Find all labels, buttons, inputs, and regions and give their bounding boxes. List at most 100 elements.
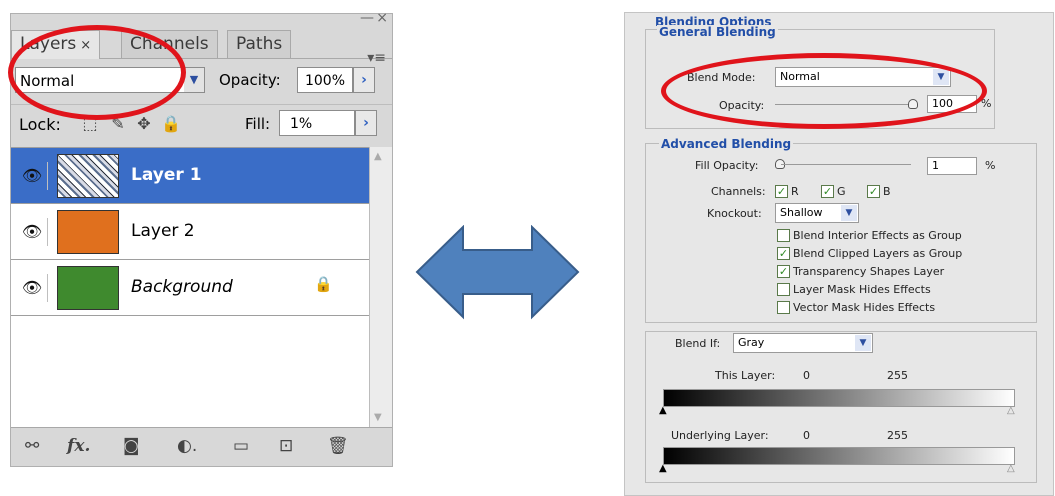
opacity-label: Opacity: xyxy=(219,71,281,89)
blend-clipped-layers-checkbox[interactable]: ✓ xyxy=(777,247,790,260)
tab-layers-label: Layers xyxy=(20,34,77,54)
blending-options-dialog: Blending Options General Blending Blend … xyxy=(624,12,1054,496)
eye-visibility-icon[interactable]: 👁 xyxy=(17,162,48,190)
lock-position-move-icon[interactable]: ✥ xyxy=(135,115,153,133)
double-arrow-icon xyxy=(415,225,580,320)
tab-channels-label: Channels xyxy=(130,34,209,54)
blend-opacity-row: Normal ▼ Opacity: 100% › xyxy=(11,62,392,98)
mask-icon[interactable]: ◙ xyxy=(123,436,140,456)
chevron-down-icon: ▼ xyxy=(855,335,871,351)
advanced-blending-title: Advanced Blending xyxy=(659,137,794,151)
vector-mask-hides-checkbox[interactable] xyxy=(777,301,790,314)
tab-close-icon[interactable]: × xyxy=(80,38,91,53)
blend-mode-select[interactable]: Normal ▼ xyxy=(15,67,205,93)
layer-mask-hides-checkbox[interactable] xyxy=(777,283,790,296)
channel-g-label: G xyxy=(837,185,846,198)
layers-scrollbar[interactable]: ▲ ▼ xyxy=(369,147,392,427)
channel-r-checkbox[interactable]: ✓ xyxy=(775,185,788,198)
tab-paths[interactable]: Paths xyxy=(227,30,292,58)
knockout-dropdown-value: Shallow xyxy=(780,206,823,219)
blend-if-label: Blend If: xyxy=(675,337,721,350)
blend-mode-dropdown[interactable]: Normal ▼ xyxy=(775,67,951,87)
general-opacity-input[interactable]: 100 xyxy=(927,95,977,113)
this-layer-gradient-slider[interactable] xyxy=(663,389,1015,407)
lock-all-icon[interactable]: 🔒 xyxy=(161,115,181,133)
blend-interior-effects-label: Blend Interior Effects as Group xyxy=(793,229,962,242)
layers-panel: — × Layers × Channels Paths ▾≡ Normal ▼ O… xyxy=(10,10,393,467)
layers-bottom-toolbar: ⚯ fx. ◙ ◐. ▭ ⊡ 🗑 xyxy=(11,427,392,466)
opacity-slider-track[interactable] xyxy=(775,104,915,105)
chevron-down-icon: ▼ xyxy=(184,68,204,92)
lock-icon: 🔒 xyxy=(314,275,333,293)
lock-transparency-icon[interactable]: ⬚ xyxy=(81,115,99,133)
blend-clipped-layers-label: Blend Clipped Layers as Group xyxy=(793,247,963,260)
channel-g-checkbox[interactable]: ✓ xyxy=(821,185,834,198)
this-layer-white-handle[interactable]: △ xyxy=(1007,405,1015,416)
fill-input[interactable]: 1% xyxy=(279,110,355,136)
layer-name: Layer 2 xyxy=(131,221,195,241)
tab-channels[interactable]: Channels xyxy=(121,30,218,58)
knockout-dropdown[interactable]: Shallow ▼ xyxy=(775,203,859,223)
new-layer-icon[interactable]: ⊡ xyxy=(279,436,293,456)
chevron-down-icon: ▼ xyxy=(841,205,857,221)
lock-label: Lock: xyxy=(19,115,61,134)
blend-interior-effects-checkbox[interactable] xyxy=(777,229,790,242)
transparency-shapes-label: Transparency Shapes Layer xyxy=(793,265,945,278)
fill-opacity-unit: % xyxy=(985,159,996,172)
transparency-shapes-checkbox[interactable]: ✓ xyxy=(777,265,790,278)
scroll-down-icon[interactable]: ▼ xyxy=(374,412,382,423)
channel-b-checkbox[interactable]: ✓ xyxy=(867,185,880,198)
layers-list: 👁 Layer 1 👁 Layer 2 👁 Background 🔒 xyxy=(11,147,369,428)
underlying-layer-label: Underlying Layer: xyxy=(671,429,769,442)
layer-thumbnail xyxy=(57,266,119,310)
vector-mask-hides-label: Vector Mask Hides Effects xyxy=(793,301,936,314)
channel-r-label: R xyxy=(791,185,799,198)
eye-visibility-icon[interactable]: 👁 xyxy=(17,218,48,246)
chevron-down-icon: ▼ xyxy=(933,69,949,85)
this-layer-black-handle[interactable]: ▲ xyxy=(659,405,667,416)
minimize-icon[interactable]: — xyxy=(360,10,374,26)
fill-label: Fill: xyxy=(245,115,271,133)
fill-opacity-slider-track[interactable] xyxy=(781,164,911,165)
tab-paths-label: Paths xyxy=(236,34,283,54)
layer-thumbnail xyxy=(57,210,119,254)
opacity-slider-knob[interactable] xyxy=(908,99,918,109)
fill-opacity-input[interactable]: 1 xyxy=(927,157,977,175)
underlying-white-handle[interactable]: △ xyxy=(1007,463,1015,474)
panel-tabs: Layers × Channels Paths ▾≡ xyxy=(11,30,392,66)
layer-name: Layer 1 xyxy=(131,165,202,185)
blend-mode-value: Normal xyxy=(20,72,75,90)
link-icon[interactable]: ⚯ xyxy=(25,436,39,456)
general-opacity-label: Opacity: xyxy=(719,99,765,112)
fx-icon[interactable]: fx. xyxy=(67,436,90,456)
blend-mode-label: Blend Mode: xyxy=(687,71,756,84)
layer-row-layer-1[interactable]: 👁 Layer 1 xyxy=(11,148,369,204)
underlying-layer-gradient-slider[interactable] xyxy=(663,447,1015,465)
knockout-label: Knockout: xyxy=(707,207,762,220)
group-folder-icon[interactable]: ▭ xyxy=(233,436,249,456)
fill-slider-button[interactable]: › xyxy=(355,110,377,136)
lock-fill-row: Lock: ⬚ ✎ ✥ 🔒 Fill: 1% › xyxy=(11,104,392,141)
opacity-slider-button[interactable]: › xyxy=(353,67,375,93)
close-icon[interactable]: × xyxy=(376,10,388,26)
channels-label: Channels: xyxy=(711,185,766,198)
this-layer-min: 0 xyxy=(803,369,810,382)
scroll-up-icon[interactable]: ▲ xyxy=(374,151,382,162)
fill-opacity-label: Fill Opacity: xyxy=(695,159,759,172)
blend-if-dropdown-value: Gray xyxy=(738,336,765,349)
blend-if-dropdown[interactable]: Gray ▼ xyxy=(733,333,873,353)
lock-image-brush-icon[interactable]: ✎ xyxy=(109,115,127,133)
underlying-black-handle[interactable]: ▲ xyxy=(659,463,667,474)
underlying-layer-min: 0 xyxy=(803,429,810,442)
opacity-unit: % xyxy=(981,97,992,110)
adjustment-icon[interactable]: ◐. xyxy=(177,436,197,456)
blend-mode-dropdown-value: Normal xyxy=(780,70,820,83)
general-blending-title: General Blending xyxy=(657,25,778,39)
eye-visibility-icon[interactable]: 👁 xyxy=(17,274,48,302)
layer-row-layer-2[interactable]: 👁 Layer 2 xyxy=(11,204,369,260)
trash-icon[interactable]: 🗑 xyxy=(327,436,349,456)
layer-thumbnail xyxy=(57,154,119,198)
layer-row-background[interactable]: 👁 Background 🔒 xyxy=(11,260,369,316)
opacity-input[interactable]: 100% xyxy=(297,67,353,93)
tab-layers[interactable]: Layers × xyxy=(11,30,101,59)
